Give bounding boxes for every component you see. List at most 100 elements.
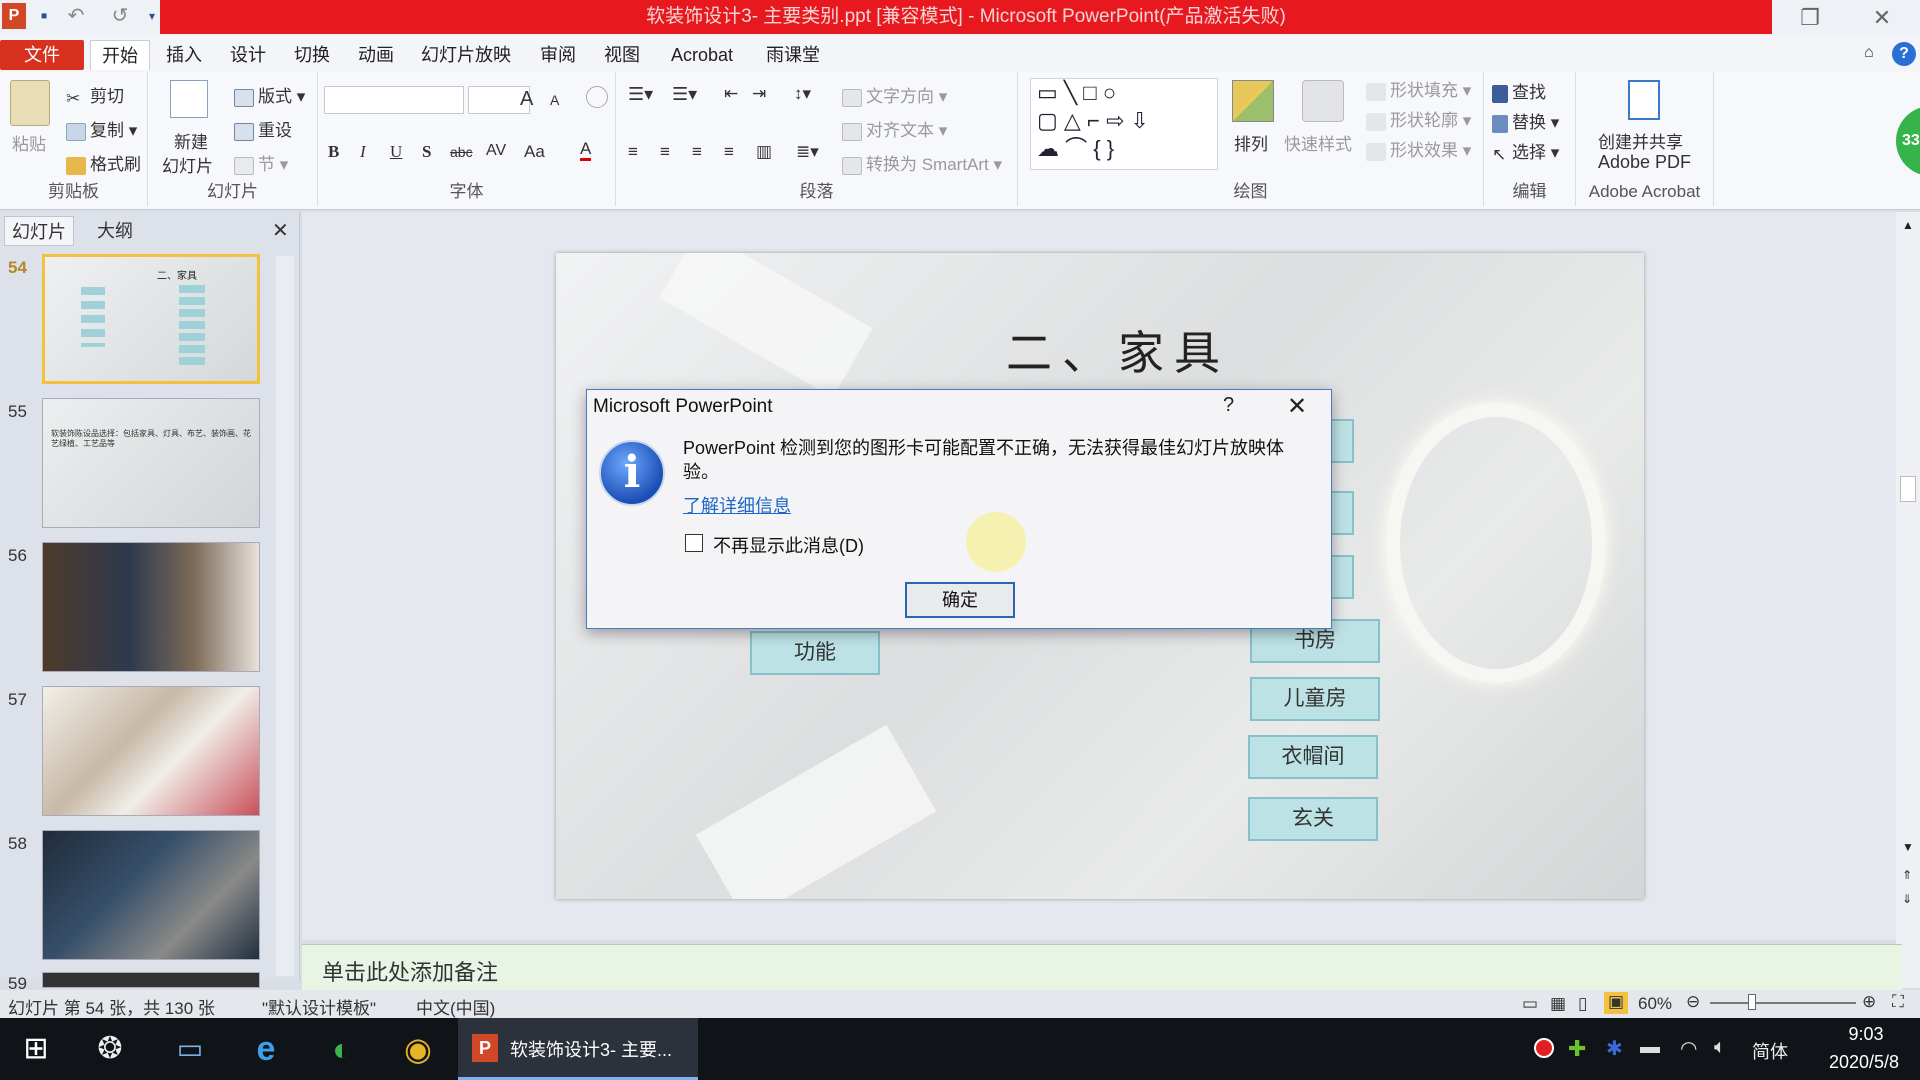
slide-box-cloakroom[interactable]: 衣帽间 [1248, 735, 1378, 779]
prev-slide-icon[interactable]: ⇑ [1902, 868, 1912, 882]
zoom-out-icon[interactable]: ⊖ [1686, 992, 1700, 1012]
dialog-ok-button[interactable]: 确定 [905, 582, 1015, 618]
create-pdf-label-1[interactable]: 创建并共享 [1598, 128, 1683, 153]
dialog-help-button[interactable]: ? [1223, 394, 1234, 417]
tab-acrobat[interactable]: Acrobat [662, 40, 742, 70]
tab-design[interactable]: 设计 [224, 40, 272, 70]
align-left-icon[interactable]: ≡ [628, 142, 638, 162]
slide-box-kids-room[interactable]: 儿童房 [1250, 677, 1380, 721]
find-button[interactable]: 查找 [1492, 78, 1546, 103]
shape-fill-button[interactable]: 形状填充 ▾ [1366, 76, 1471, 101]
green-badge[interactable]: 33 [1896, 106, 1920, 176]
arrow-down-shape-icon[interactable]: ⇩ [1131, 108, 1149, 133]
reset-button[interactable]: 重设 [234, 116, 292, 141]
status-theme[interactable]: "默认设计模板" [262, 994, 376, 1019]
increase-indent-icon[interactable]: ⇥ [752, 84, 766, 104]
format-painter-button[interactable]: 格式刷 [66, 150, 141, 175]
app-pinwheel-icon[interactable]: ❂ [82, 1026, 138, 1072]
arrange-button[interactable]: 排列 [1234, 130, 1268, 155]
font-name-combo[interactable] [324, 86, 464, 114]
font-color-button[interactable]: A [580, 140, 592, 161]
save-icon[interactable]: ▪ [32, 4, 56, 28]
tab-slideshow[interactable]: 幻灯片放映 [416, 40, 516, 70]
tab-view[interactable]: 视图 [598, 40, 646, 70]
justify-icon[interactable]: ≡ [724, 142, 734, 162]
scroll-down-icon[interactable]: ▼ [1902, 840, 1914, 854]
line-shape-icon[interactable]: ╲ [1064, 80, 1077, 105]
sorter-view-icon[interactable]: ▦ [1550, 994, 1566, 1014]
distribute-icon[interactable]: ≣▾ [796, 142, 819, 162]
notes-placeholder[interactable]: 单击此处添加备注 [322, 955, 498, 987]
tab-slides-panel[interactable]: 幻灯片 [4, 216, 74, 246]
paste-icon[interactable] [10, 80, 50, 126]
line-spacing-icon[interactable]: ↕▾ [794, 84, 811, 104]
align-right-icon[interactable]: ≡ [692, 142, 702, 162]
dont-show-checkbox[interactable] [685, 534, 703, 552]
redo-icon[interactable]: ↺ [108, 4, 132, 28]
computer-icon[interactable]: ▭ [162, 1026, 218, 1072]
shrink-font-button[interactable]: A [550, 92, 559, 108]
next-slide-icon[interactable]: ⇓ [1902, 892, 1912, 906]
notes-pane[interactable]: 单击此处添加备注 [302, 944, 1902, 990]
new-slide-label-2[interactable]: 幻灯片 [162, 152, 213, 177]
shape-outline-button[interactable]: 形状轮廓 ▾ [1366, 106, 1471, 131]
fit-window-icon[interactable]: ⛶ [1892, 992, 1904, 1012]
undo-icon[interactable]: ↶ [64, 4, 88, 28]
textbox-shape-icon[interactable]: ▭ [1037, 80, 1058, 105]
clock-time[interactable]: 9:03 [1836, 1024, 1896, 1045]
reading-view-icon[interactable]: ▯ [1578, 994, 1587, 1014]
section-button[interactable]: 节 ▾ [234, 150, 288, 175]
tray-bluetooth-icon[interactable]: ✱ [1606, 1036, 1623, 1061]
tray-plus-icon[interactable]: ✚ [1568, 1036, 1586, 1062]
help-icon[interactable]: ? [1892, 42, 1916, 66]
italic-button[interactable]: I [360, 142, 366, 162]
tab-animations[interactable]: 动画 [352, 40, 400, 70]
slide-thumb-58[interactable] [42, 830, 260, 960]
dialog-close-icon[interactable]: ✕ [1287, 392, 1307, 421]
bold-button[interactable]: B [328, 142, 339, 162]
tab-file[interactable]: 文件 [0, 40, 84, 70]
numbering-icon[interactable]: ☰▾ [672, 84, 697, 105]
slide-box-function[interactable]: 功能 [750, 631, 880, 675]
grow-font-button[interactable]: A [520, 88, 533, 111]
quick-styles-button[interactable]: 快速样式 [1284, 130, 1352, 155]
freeform-shape-icon[interactable]: ☁ [1037, 136, 1059, 161]
scroll-up-icon[interactable]: ▲ [1902, 218, 1914, 232]
text-direction-button[interactable]: 文字方向 ▾ [842, 82, 947, 107]
decrease-indent-icon[interactable]: ⇤ [724, 84, 738, 104]
360-browser-icon[interactable]: ◐ [314, 1026, 370, 1072]
align-center-icon[interactable]: ≡ [660, 142, 670, 162]
slide-thumb-54[interactable]: 二、家具 [42, 254, 260, 384]
arrow-right-shape-icon[interactable]: ⇨ [1106, 108, 1124, 133]
triangle-shape-icon[interactable]: △ [1064, 108, 1081, 133]
panel-scrollbar[interactable] [276, 256, 294, 976]
char-spacing-button[interactable]: AV [486, 142, 506, 160]
tab-transitions[interactable]: 切换 [288, 40, 336, 70]
arrange-icon[interactable] [1232, 80, 1274, 122]
align-text-button[interactable]: 对齐文本 ▾ [842, 116, 947, 141]
slideshow-view-icon[interactable]: ▣ [1604, 992, 1628, 1014]
record-tray-icon[interactable] [1534, 1038, 1554, 1058]
tab-insert[interactable]: 插入 [160, 40, 208, 70]
shapes-gallery[interactable]: ▭ ╲ □ ○ ▢ △ ⌐ ⇨ ⇩ ☁ ⌒ { } [1030, 78, 1218, 170]
volume-icon[interactable]: 🔈︎ [1714, 1036, 1726, 1059]
close-panel-icon[interactable]: ✕ [272, 218, 289, 243]
learn-more-link[interactable]: 了解详细信息 [683, 492, 791, 518]
shape-effects-button[interactable]: 形状效果 ▾ [1366, 136, 1471, 161]
tab-home[interactable]: 开始 [90, 40, 150, 70]
slide-thumb-57[interactable] [42, 686, 260, 816]
tab-rain-classroom[interactable]: 雨课堂 [758, 40, 828, 70]
columns-icon[interactable]: ▥ [756, 142, 772, 162]
convert-smartart-button[interactable]: 转换为 SmartArt ▾ [842, 150, 1002, 175]
curve-shape-icon[interactable]: ⌒ [1065, 136, 1087, 161]
bullets-icon[interactable]: ☰▾ [628, 84, 653, 105]
paste-button[interactable]: 粘贴 [12, 130, 46, 155]
minimize-ribbon-icon[interactable]: ⌂ [1864, 44, 1874, 62]
clear-format-icon[interactable] [586, 86, 608, 108]
strikethrough-button[interactable]: abc [450, 144, 473, 160]
slide-thumb-59[interactable] [42, 972, 260, 988]
chrome-icon[interactable]: ◉ [390, 1026, 446, 1072]
select-button[interactable]: ↖ 选择 ▾ [1492, 138, 1559, 164]
oval-shape-icon[interactable]: ○ [1103, 80, 1116, 105]
windows-start-icon[interactable]: ⊞ [8, 1026, 64, 1072]
